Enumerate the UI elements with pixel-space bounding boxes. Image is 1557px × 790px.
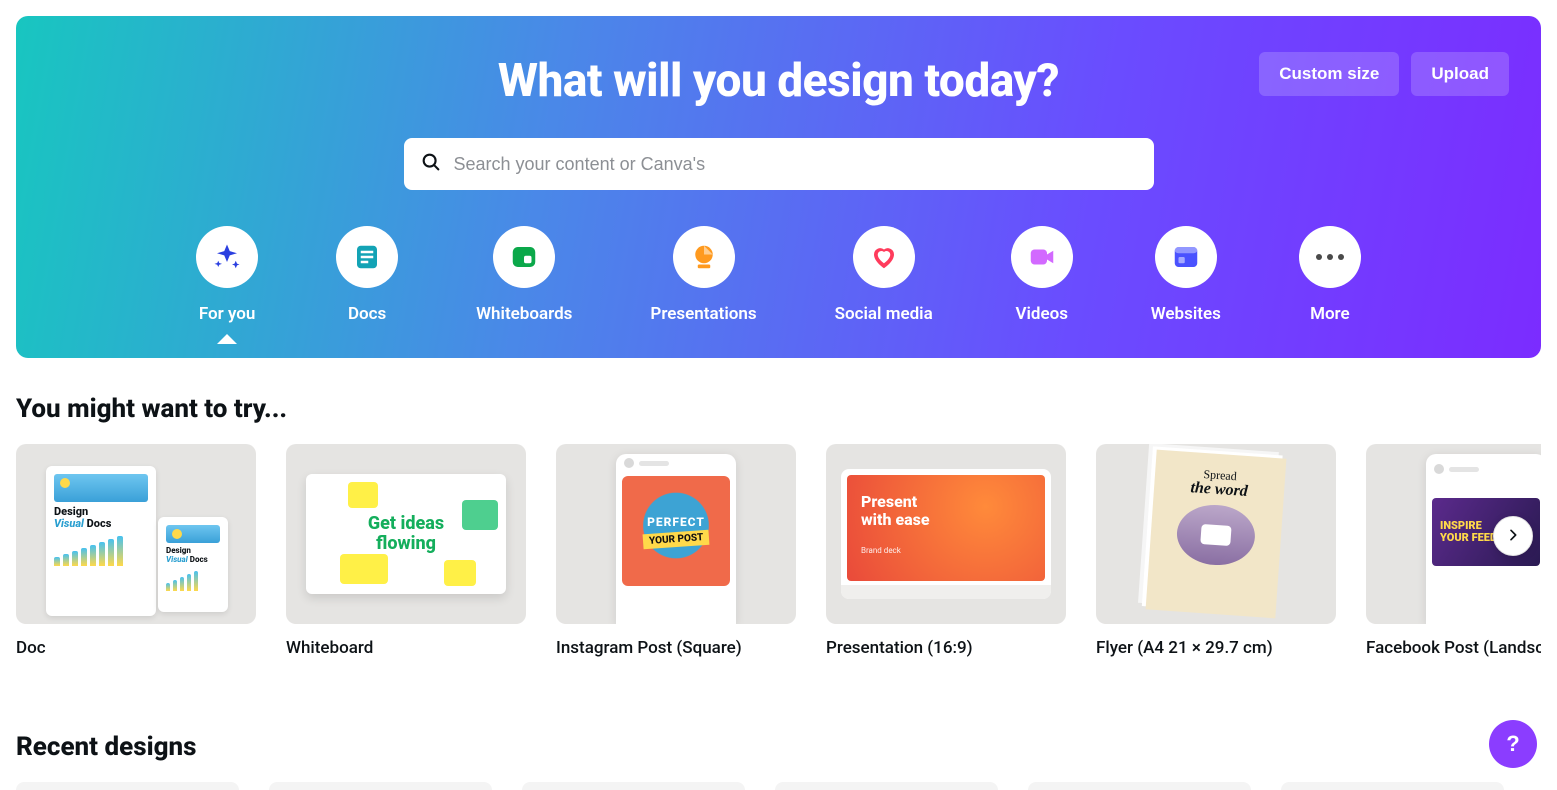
category-docs[interactable]: Docs xyxy=(336,226,398,324)
layout-icon xyxy=(1155,226,1217,288)
recent-section: Recent designs xyxy=(0,712,1557,790)
template-label: Instagram Post (Square) xyxy=(556,638,796,658)
heart-icon xyxy=(853,226,915,288)
category-whiteboards[interactable]: Whiteboards xyxy=(476,226,572,324)
template-label: Facebook Post (Landscape) xyxy=(1366,638,1541,658)
template-thumbnail: PERFECTYOUR POST xyxy=(556,444,796,624)
video-icon xyxy=(1011,226,1073,288)
try-section: You might want to try... DesignVisual Do… xyxy=(0,374,1557,658)
category-label: More xyxy=(1310,304,1350,324)
category-presentations[interactable]: Presentations xyxy=(650,226,756,324)
upload-button[interactable]: Upload xyxy=(1411,52,1509,96)
category-more[interactable]: More xyxy=(1299,226,1361,324)
template-label: Doc xyxy=(16,638,256,658)
category-label: Presentations xyxy=(650,304,756,324)
category-label: For you xyxy=(199,304,256,324)
sparkle-icon xyxy=(196,226,258,288)
template-thumbnail: Get ideasflowing xyxy=(286,444,526,624)
template-label: Presentation (16:9) xyxy=(826,638,1066,658)
category-label: Websites xyxy=(1151,304,1221,324)
recent-card-placeholder[interactable] xyxy=(1028,782,1251,790)
template-card-doc[interactable]: DesignVisual DocsDesignVisual Docs Doc xyxy=(16,444,256,658)
category-label: Docs xyxy=(348,304,386,324)
recent-row xyxy=(16,782,1541,790)
template-card-flyer[interactable]: Spreadthe word Flyer (A4 21 × 29.7 cm) xyxy=(1096,444,1336,658)
try-section-title: You might want to try... xyxy=(16,394,1541,424)
recent-card-placeholder[interactable] xyxy=(522,782,745,790)
doc-icon xyxy=(336,226,398,288)
try-card-row: DesignVisual DocsDesignVisual Docs Doc Get… xyxy=(16,444,1541,658)
category-label: Videos xyxy=(1015,304,1068,324)
help-button[interactable]: ? xyxy=(1489,720,1537,768)
category-websites[interactable]: Websites xyxy=(1151,226,1221,324)
template-label: Whiteboard xyxy=(286,638,526,658)
template-label: Flyer (A4 21 × 29.7 cm) xyxy=(1096,638,1336,658)
chart-icon xyxy=(673,226,735,288)
recent-section-title: Recent designs xyxy=(16,732,1541,762)
template-card-presentation[interactable]: Present with easeBrand deck Presentation … xyxy=(826,444,1066,658)
template-card-whiteboard[interactable]: Get ideasflowing Whiteboard xyxy=(286,444,526,658)
hero-action-buttons: Custom size Upload xyxy=(1259,52,1509,96)
category-social-media[interactable]: Social media xyxy=(835,226,933,324)
category-row: For you Docs Whiteboards Presentations Socia… xyxy=(40,226,1517,338)
category-videos[interactable]: Videos xyxy=(1011,226,1073,324)
category-label: Whiteboards xyxy=(476,304,572,324)
recent-card-placeholder[interactable] xyxy=(269,782,492,790)
search-input[interactable] xyxy=(454,154,1138,175)
template-thumbnail: DesignVisual DocsDesignVisual Docs xyxy=(16,444,256,624)
category-for-you[interactable]: For you xyxy=(196,226,258,324)
recent-card-placeholder[interactable] xyxy=(775,782,998,790)
recent-card-placeholder[interactable] xyxy=(16,782,239,790)
scroll-right-button[interactable] xyxy=(1493,516,1533,556)
search-icon xyxy=(420,151,442,177)
template-thumbnail: Present with easeBrand deck xyxy=(826,444,1066,624)
chevron-right-icon xyxy=(1505,527,1521,546)
search-box[interactable] xyxy=(404,138,1154,190)
template-thumbnail: Spreadthe word xyxy=(1096,444,1336,624)
category-label: Social media xyxy=(835,304,933,324)
board-icon xyxy=(493,226,555,288)
hero-banner: Custom size Upload What will you design … xyxy=(16,16,1541,358)
recent-card-placeholder[interactable] xyxy=(1281,782,1504,790)
custom-size-button[interactable]: Custom size xyxy=(1259,52,1399,96)
template-card-instagram-post[interactable]: PERFECTYOUR POST Instagram Post (Square) xyxy=(556,444,796,658)
more-icon xyxy=(1299,226,1361,288)
